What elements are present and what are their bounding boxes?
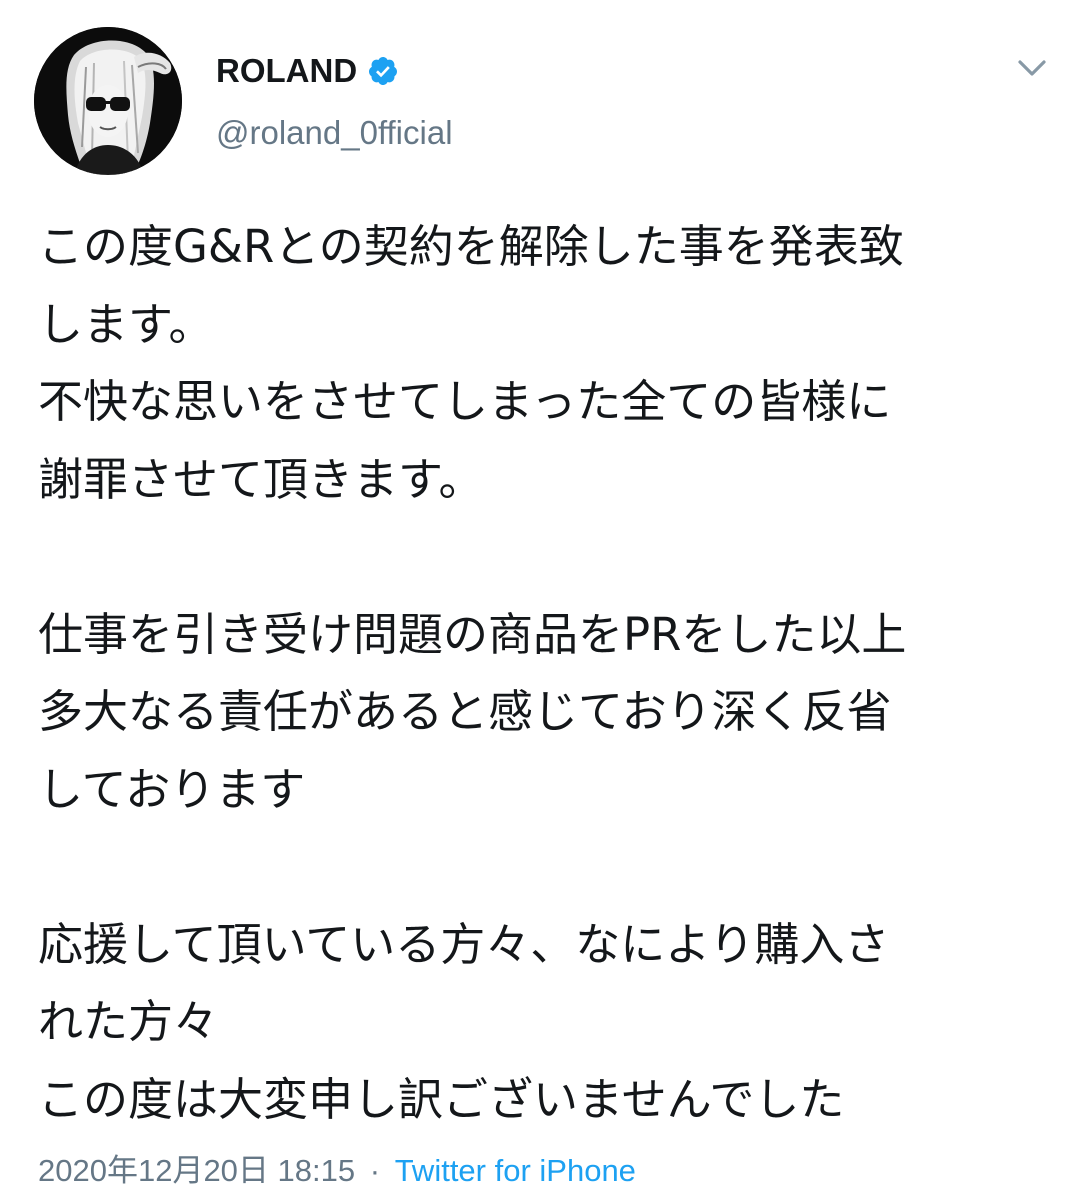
tweet-text-line: 不快な思いをさせてしまった全ての皆様に bbox=[38, 375, 892, 428]
avatar-image bbox=[34, 27, 182, 175]
tweet-text-line: 仕事を引き受け問題の商品をPRをした以上 bbox=[38, 607, 907, 661]
meta-separator: · bbox=[369, 1153, 381, 1188]
display-name[interactable]: ROLAND bbox=[216, 52, 357, 90]
tweet-text-line: 謝罪させて頂きます。 bbox=[38, 452, 484, 506]
tweet-meta: 2020年12月20日 18:15 · Twitter for iPhone bbox=[38, 1145, 636, 1190]
chevron-down-icon[interactable] bbox=[1012, 52, 1052, 86]
tweet-text-line: れた方々 bbox=[38, 995, 219, 1048]
author-name-row: ROLAND bbox=[216, 50, 399, 92]
tweet-text-line: 多大なる責任があると感じており深く反省 bbox=[38, 685, 892, 738]
avatar[interactable] bbox=[34, 27, 182, 175]
tweet-text-line: 応援して頂いている方々、なにより購入さ bbox=[38, 917, 890, 971]
tweet-text: この度G&Rとの契約を解除した事を発表致 します。 不快な思いをさせてしまった全… bbox=[38, 208, 1048, 1138]
tweet-text-line: します。 bbox=[38, 297, 214, 351]
tweet-text-line: この度G&Rとの契約を解除した事を発表致 bbox=[38, 220, 904, 273]
tweet-source-link[interactable]: Twitter for iPhone bbox=[395, 1153, 636, 1188]
verified-badge-icon bbox=[367, 55, 399, 87]
user-handle[interactable]: @roland_0fficial bbox=[216, 114, 453, 152]
tweet-text-line: この度は大変申し訳ございませんでした bbox=[38, 1072, 845, 1126]
tweet-timestamp[interactable]: 2020年12月20日 18:15 bbox=[38, 1153, 355, 1188]
tweet: ROLAND @roland_0fficial この度G&Rとの契約を解除した事… bbox=[0, 0, 1080, 1201]
tweet-text-line: しております bbox=[38, 762, 306, 816]
